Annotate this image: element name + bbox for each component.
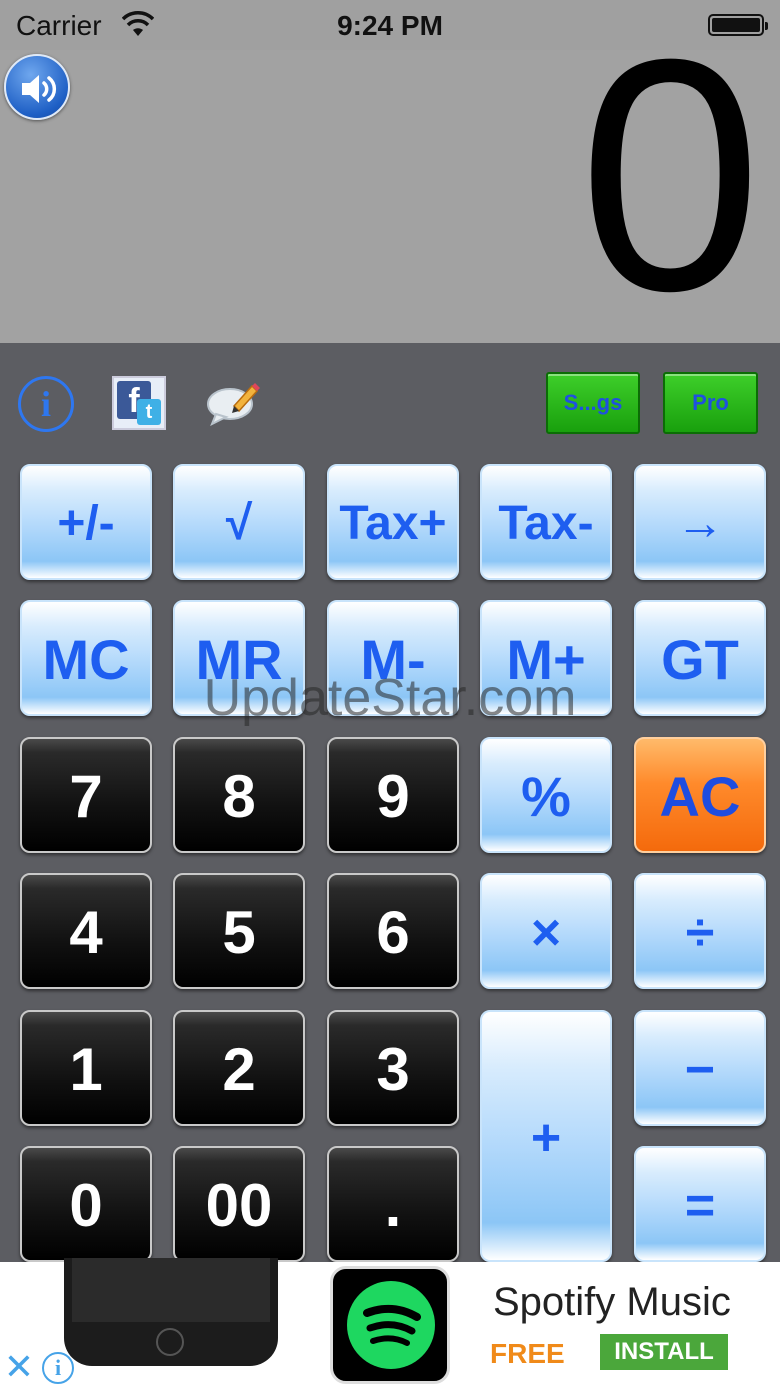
phone-image (64, 1258, 278, 1366)
speech-bubble-pencil-icon[interactable] (206, 380, 260, 426)
key-label: 8 (222, 763, 256, 830)
tax-plus-button[interactable]: Tax+ (327, 464, 459, 580)
twitter-icon: t (137, 399, 161, 425)
key-label: 5 (222, 899, 256, 966)
key-label: M+ (506, 628, 586, 691)
key-label: ÷ (685, 904, 715, 962)
digit-5-button[interactable]: 5 (173, 873, 305, 989)
memory-plus-button[interactable]: M+ (480, 600, 612, 716)
info-icon[interactable]: i (18, 376, 74, 432)
key-label: 6 (376, 899, 410, 966)
ad-install-button[interactable]: INSTALL (600, 1334, 728, 1370)
divide-button[interactable]: ÷ (634, 873, 766, 989)
key-label: Tax- (498, 497, 594, 550)
key-label: √ (225, 497, 253, 550)
settings-button[interactable]: S...gs (546, 372, 640, 434)
calculator-display: 0 (0, 10, 780, 343)
minus-button[interactable]: − (634, 1010, 766, 1126)
equals-button[interactable]: = (634, 1146, 766, 1262)
plus-button[interactable]: + (480, 1010, 612, 1262)
ad-title: Spotify Music (493, 1280, 731, 1324)
memory-clear-button[interactable]: MC (20, 600, 152, 716)
key-label: % (521, 765, 571, 828)
key-label: 4 (69, 899, 103, 966)
pro-button[interactable]: Pro (663, 372, 758, 434)
digit-4-button[interactable]: 4 (20, 873, 152, 989)
spotify-logo-icon (347, 1281, 435, 1369)
digit-1-button[interactable]: 1 (20, 1010, 152, 1126)
ad-info-icon[interactable]: i (42, 1352, 74, 1384)
plus-minus-button[interactable]: +/- (20, 464, 152, 580)
key-label: MR (195, 628, 283, 691)
ad-free-label: FREE (490, 1338, 565, 1369)
all-clear-button[interactable]: AC (634, 737, 766, 853)
key-label: MC (42, 628, 130, 691)
key-label: AC (659, 765, 741, 828)
key-label: Tax+ (339, 497, 447, 550)
percent-button[interactable]: % (480, 737, 612, 853)
digit-6-button[interactable]: 6 (327, 873, 459, 989)
double-zero-button[interactable]: 00 (173, 1146, 305, 1262)
key-label: 2 (222, 1036, 256, 1103)
digit-3-button[interactable]: 3 (327, 1010, 459, 1126)
key-label: − (684, 1041, 716, 1099)
arrow-right-icon: → (676, 497, 724, 550)
key-label: = (684, 1177, 716, 1235)
square-root-button[interactable]: √ (173, 464, 305, 580)
digit-9-button[interactable]: 9 (327, 737, 459, 853)
spotify-app-icon (330, 1266, 450, 1384)
key-label: M- (360, 628, 426, 691)
key-label: 7 (69, 763, 103, 830)
decimal-point-button[interactable]: . (327, 1146, 459, 1262)
key-label: × (530, 904, 562, 962)
display-value: 0 (578, 0, 762, 359)
facebook-twitter-icon[interactable]: f t (112, 376, 166, 430)
grand-total-button[interactable]: GT (634, 600, 766, 716)
multiply-button[interactable]: × (480, 873, 612, 989)
backspace-arrow-button[interactable]: → (634, 464, 766, 580)
ad-close-icon[interactable]: ✕ (0, 1348, 38, 1386)
key-label: +/- (57, 497, 115, 550)
memory-minus-button[interactable]: M- (327, 600, 459, 716)
speaker-icon[interactable] (4, 54, 70, 120)
key-label: 3 (376, 1036, 410, 1103)
tax-minus-button[interactable]: Tax- (480, 464, 612, 580)
ad-banner[interactable]: Spotify Music FREE INSTALL ✕ i (0, 1258, 780, 1387)
digit-0-button[interactable]: 0 (20, 1146, 152, 1262)
key-label: . (384, 1172, 402, 1239)
key-label: 0 (69, 1172, 103, 1239)
key-label: GT (661, 628, 739, 691)
key-label: + (530, 1109, 562, 1167)
key-label: 9 (376, 763, 410, 830)
key-label: 1 (69, 1036, 103, 1103)
key-label: 00 (205, 1172, 273, 1239)
digit-2-button[interactable]: 2 (173, 1010, 305, 1126)
digit-7-button[interactable]: 7 (20, 737, 152, 853)
memory-recall-button[interactable]: MR (173, 600, 305, 716)
digit-8-button[interactable]: 8 (173, 737, 305, 853)
